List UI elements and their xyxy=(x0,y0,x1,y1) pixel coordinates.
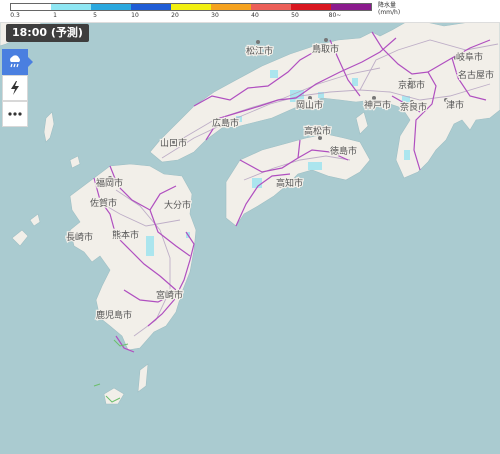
city-nagasaki: 長崎市 xyxy=(65,230,95,245)
city-oita: 大分市 xyxy=(163,198,193,213)
svg-text:高知市: 高知市 xyxy=(276,177,303,189)
legend-tick-label: 40 xyxy=(251,12,259,19)
legend-title-line1: 降水量 xyxy=(378,2,397,9)
svg-text:高松市: 高松市 xyxy=(304,125,331,137)
svg-text:福岡市: 福岡市 xyxy=(96,177,123,189)
rain-cloud-icon xyxy=(10,55,20,68)
svg-text:岡山市: 岡山市 xyxy=(296,99,323,111)
svg-text:鳥取市: 鳥取市 xyxy=(312,43,339,55)
svg-text:神戸市: 神戸市 xyxy=(364,99,391,111)
svg-text:徳島市: 徳島市 xyxy=(330,145,357,157)
legend-tick-label: 10 xyxy=(131,12,139,19)
svg-text:京都市: 京都市 xyxy=(398,79,425,91)
more-dots-icon xyxy=(8,112,22,116)
svg-text:岐阜市: 岐阜市 xyxy=(456,51,483,63)
svg-text:宮崎市: 宮崎市 xyxy=(156,289,183,301)
city-hiroshima: 広島市 xyxy=(211,116,241,131)
thunder-mode-button[interactable] xyxy=(2,75,28,101)
city-miyazaki: 宮崎市 xyxy=(155,288,185,303)
city-kumamoto: 熊本市 xyxy=(111,228,141,243)
legend-tick-label: 80~ xyxy=(328,12,342,19)
legend-tick-label: 1 xyxy=(53,12,57,19)
forecast-time-label: 18:00 (予測) xyxy=(6,24,89,42)
legend-title: 降水量 (mm/h) xyxy=(378,2,400,16)
legend-tick-label: 50 xyxy=(291,12,299,19)
legend-tick-label: 0.3 xyxy=(10,12,20,19)
city-gifu: 岐阜市 xyxy=(454,50,484,64)
svg-text:長崎市: 長崎市 xyxy=(66,231,93,243)
city-yamaguchi: 山口市 xyxy=(159,136,189,151)
city-tokushima: 徳島市 xyxy=(329,144,359,159)
svg-text:松江市: 松江市 xyxy=(246,45,273,57)
precipitation-legend: 0.3 1 5 10 20 30 40 50 80~ 降水量 (mm/h) xyxy=(0,0,500,23)
svg-text:津市: 津市 xyxy=(446,99,464,111)
svg-text:山口市: 山口市 xyxy=(160,137,187,149)
weather-map[interactable]: 松江市 鳥取市 岡山市 神戸市 京都市 奈良市 津市 岐阜市 名古屋市 広島市 … xyxy=(0,0,500,454)
svg-text:奈良市: 奈良市 xyxy=(400,101,427,113)
svg-text:佐賀市: 佐賀市 xyxy=(90,197,117,209)
city-nagoya: 名古屋市 xyxy=(457,68,496,83)
svg-text:鹿児島市: 鹿児島市 xyxy=(96,309,132,321)
svg-text:名古屋市: 名古屋市 xyxy=(458,69,494,81)
rain-mode-button[interactable] xyxy=(2,49,28,75)
city-kagoshima: 鹿児島市 xyxy=(95,308,134,323)
legend-title-line2: (mm/h) xyxy=(378,9,401,16)
svg-text:広島市: 広島市 xyxy=(212,117,239,129)
more-options-button[interactable] xyxy=(2,101,28,127)
active-mode-indicator xyxy=(28,57,33,67)
legend-tick-label: 20 xyxy=(171,12,179,19)
legend-tick-label: 5 xyxy=(93,12,97,19)
legend-tick-label: 30 xyxy=(211,12,219,19)
lightning-icon xyxy=(11,81,19,95)
city-kochi: 高知市 xyxy=(275,176,305,191)
city-saga: 佐賀市 xyxy=(89,196,119,211)
legend-frame xyxy=(10,3,372,11)
svg-text:熊本市: 熊本市 xyxy=(112,229,139,241)
svg-text:大分市: 大分市 xyxy=(164,199,191,211)
